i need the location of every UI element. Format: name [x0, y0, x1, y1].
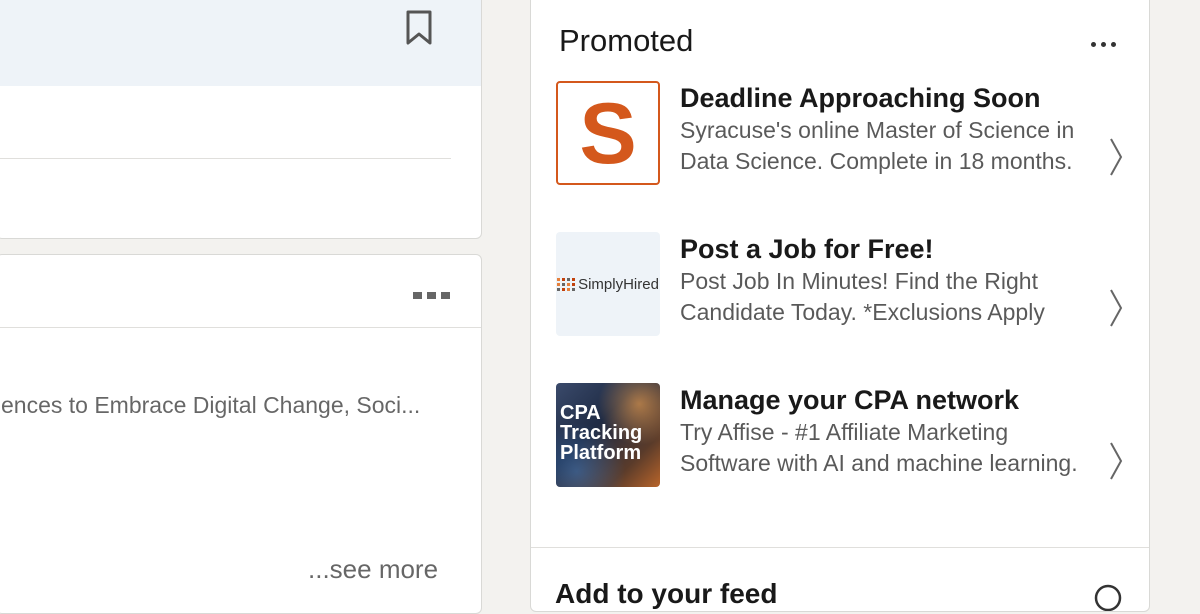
add-to-feed-title: Add to your feed [555, 578, 778, 609]
post-more-icon[interactable] [413, 285, 457, 305]
chevron-right-icon[interactable] [1108, 137, 1124, 177]
promoted-title: Promoted [559, 23, 694, 58]
syracuse-s-logo-icon: S [560, 85, 656, 182]
promoted-card: Promoted S Deadline Approaching Soon Syr… [530, 0, 1150, 612]
post-header-divider [0, 327, 481, 328]
simplyhired-logo: SimplyHired [556, 232, 660, 336]
promoted-ad-syracuse[interactable]: S Deadline Approaching Soon Syracuse's o… [556, 81, 1131, 221]
promoted-ad-simplyhired[interactable]: SimplyHired Post a Job for Free! Post Jo… [556, 232, 1131, 372]
ad-heading: Manage your CPA network [680, 385, 1020, 415]
ad-heading: Deadline Approaching Soon [680, 83, 1041, 113]
syracuse-logo: S [556, 81, 660, 185]
post-snippet: ences to Embrace Digital Change, Soci... [1, 392, 421, 418]
feed-post-card: ences to Embrace Digital Change, Soci...… [0, 254, 482, 614]
chevron-right-icon[interactable] [1108, 441, 1124, 481]
svg-text:S: S [579, 86, 636, 182]
see-more-link[interactable]: ...see more [308, 554, 438, 585]
ad-body: Try Affise - #1 Affiliate Marketing Soft… [680, 419, 1078, 476]
card-divider [0, 158, 451, 159]
chevron-right-icon[interactable] [1108, 288, 1124, 328]
ad-body: Post Job In Minutes! Find the Right Cand… [680, 268, 1045, 325]
ad-text: Post a Job for Free! Post Job In Minutes… [680, 232, 1090, 328]
ad-body: Syracuse's online Master of Science in D… [680, 117, 1075, 174]
simplyhired-wordmark: SimplyHired [578, 275, 659, 293]
ad-heading: Post a Job for Free! [680, 234, 934, 264]
info-icon[interactable] [1093, 583, 1123, 612]
ad-text: Deadline Approaching Soon Syracuse's onl… [680, 81, 1090, 177]
ad-text: Manage your CPA network Try Affise - #1 … [680, 383, 1090, 479]
cpa-tracking-logo: CPA Tracking Platform [556, 383, 660, 487]
cpa-logo-text: CPA Tracking Platform [560, 402, 643, 464]
promoted-more-icon[interactable] [1091, 39, 1121, 49]
promoted-divider [531, 547, 1149, 548]
simplyhired-dots-icon [557, 277, 576, 291]
promoted-ad-affise[interactable]: CPA Tracking Platform Manage your CPA ne… [556, 383, 1131, 523]
bookmark-icon[interactable] [405, 10, 433, 46]
feed-post-card-top [0, 0, 482, 239]
